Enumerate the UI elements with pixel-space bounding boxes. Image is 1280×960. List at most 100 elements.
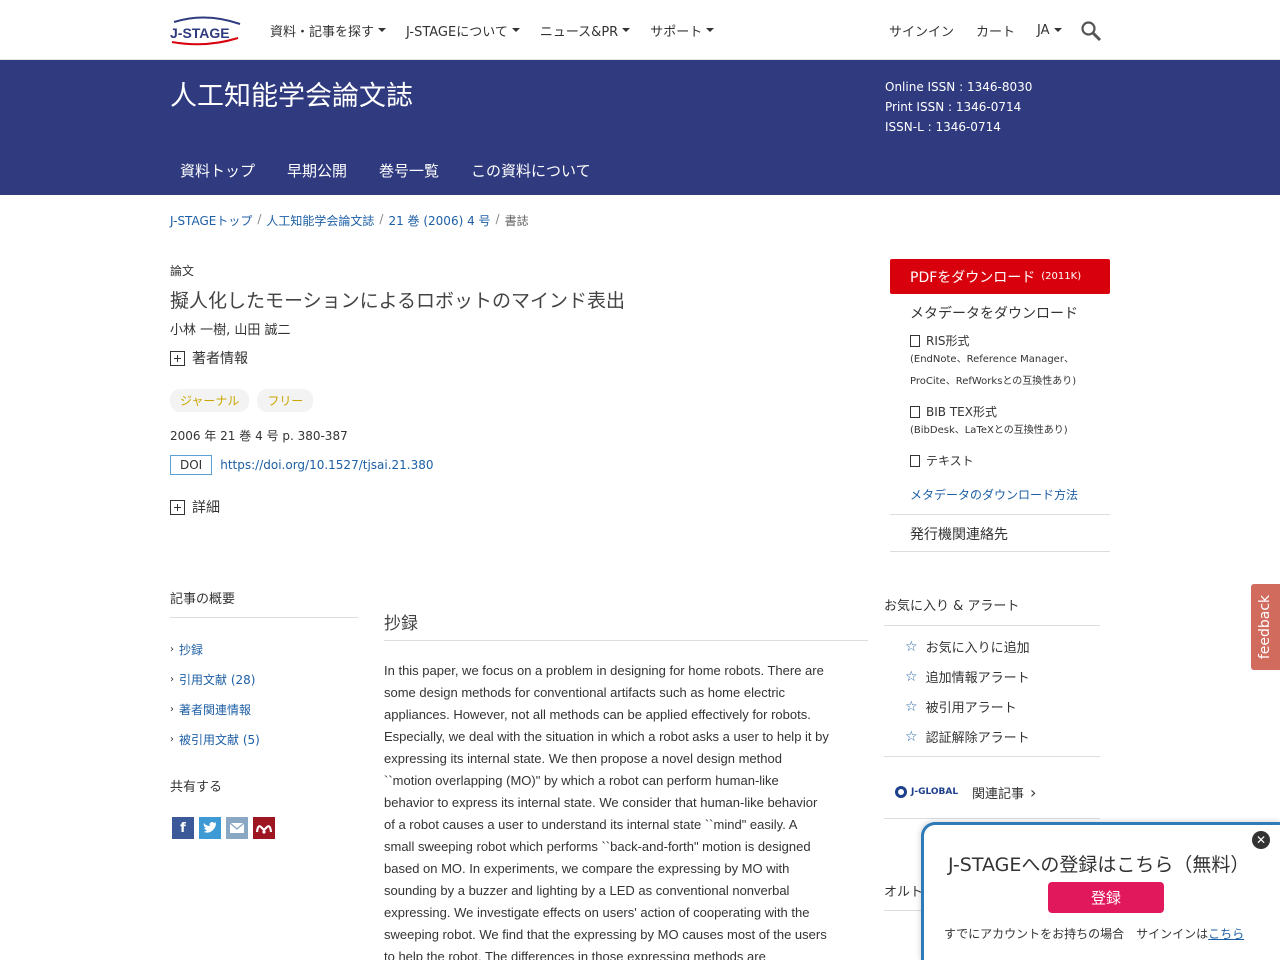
star-icon: ☆	[905, 728, 918, 745]
nav-news[interactable]: ニュース&PR	[539, 21, 631, 40]
alert-label: 被引用アラート	[925, 701, 1017, 716]
nav-label: J-STAGEについて	[406, 24, 508, 40]
language-select[interactable]: JA	[1037, 23, 1062, 38]
journal-banner: 人工知能学会論文誌 Online ISSN : 1346-8030 Print …	[0, 60, 1280, 195]
nav-label: 資料・記事を探す	[270, 24, 375, 40]
abstract-text: In this paper, we focus on a problem in …	[384, 660, 870, 960]
text-label: テキスト	[926, 454, 974, 468]
abstract-line: sounding by a buzzer and lighting by a L…	[384, 883, 790, 898]
details-toggle[interactable]: 詳細	[170, 497, 220, 517]
abstract-line: expressing its internal state. We then p…	[384, 751, 782, 766]
mendeley-icon[interactable]	[253, 817, 275, 839]
sidebar-link-abstract[interactable]: › 抄録	[170, 641, 203, 658]
metadata-howto-link[interactable]: メタデータのダウンロード方法	[910, 486, 1078, 503]
abstract-line: ``motion overlapping (MO)" by which a ro…	[384, 773, 779, 788]
breadcrumb-separator: /	[379, 212, 384, 226]
divider	[884, 756, 1100, 757]
overview-heading: 記事の概要	[170, 592, 236, 607]
bibtex-download-link[interactable]: BIB TEX形式	[910, 403, 997, 420]
update-alert-link[interactable]: ☆ 追加情報アラート	[905, 667, 1030, 687]
text-download-link[interactable]: テキスト	[910, 452, 974, 469]
divider	[884, 625, 1100, 626]
nav-support[interactable]: サポート	[650, 21, 715, 40]
sidebar-link-label: 抄録	[179, 643, 204, 657]
issn-print: Print ISSN : 1346-0714	[885, 100, 1022, 114]
star-icon: ☆	[905, 698, 918, 715]
facebook-icon[interactable]: f	[172, 817, 194, 839]
alert-label: お気に入りに追加	[925, 641, 1030, 656]
breadcrumb-issue[interactable]: 21 巻 (2006) 4 号	[388, 212, 490, 229]
tab-about-journal[interactable]: この資料について	[471, 160, 591, 181]
popup-signin-note: すでにアカウントをお持ちの場合 サインインはこちら	[944, 925, 1244, 942]
alert-label: 認証解除アラート	[925, 731, 1030, 746]
author-info-toggle[interactable]: 著者情報	[170, 348, 248, 368]
register-popup: ✕ J-STAGEへの登録はこちら（無料） 登録 すでにアカウントをお持ちの場合…	[921, 822, 1280, 960]
bibtex-label: BIB TEX形式	[926, 405, 997, 419]
top-navbar: J-STAGE 資料・記事を探す J-STAGEについて ニュース&PR サポー…	[0, 0, 1280, 60]
divider	[890, 551, 1110, 552]
abstract-line: based on MO. In experiments, we compare …	[384, 861, 790, 876]
chevron-right-icon: ›	[170, 644, 174, 655]
pdf-download-label: PDFをダウンロード	[910, 269, 1036, 286]
feedback-tab[interactable]: feedback	[1251, 584, 1280, 670]
article-tags: ジャーナル フリー	[170, 389, 321, 412]
cart-link[interactable]: カート	[976, 21, 1015, 40]
citation-alert-link[interactable]: ☆ 被引用アラート	[905, 697, 1017, 717]
search-icon[interactable]	[1080, 20, 1102, 42]
user-nav: サインイン カート JA	[889, 0, 1084, 60]
divider	[170, 617, 358, 618]
caret-down-icon	[378, 28, 387, 32]
bibtex-compat-note: (BibDesk、LaTeXとの互換性あり)	[910, 425, 1068, 436]
breadcrumb-jstage-top[interactable]: J-STAGEトップ	[170, 212, 252, 229]
ris-download-link[interactable]: RIS形式	[910, 332, 970, 349]
abstract-line: of a robot causes a user to understand i…	[384, 817, 798, 832]
signin-link[interactable]: サインイン	[889, 21, 954, 40]
nav-label: ニュース&PR	[539, 24, 619, 40]
nav-about[interactable]: J-STAGEについて	[406, 21, 520, 40]
tab-issue-list[interactable]: 巻号一覧	[379, 160, 439, 181]
document-icon	[910, 405, 920, 418]
abstract-heading: 抄録	[384, 614, 418, 634]
abstract-line: to help the robot. The differences in th…	[384, 949, 766, 960]
jglobal-logo-text: J-GLOBAL	[911, 787, 959, 797]
chevron-right-icon: ›	[170, 674, 174, 685]
mail-icon[interactable]	[226, 817, 248, 839]
sidebar-link-references[interactable]: › 引用文献 (28)	[170, 671, 255, 688]
close-icon[interactable]: ✕	[1252, 831, 1270, 849]
tab-advance-publication[interactable]: 早期公開	[287, 160, 347, 181]
abstract-line: Especially, we deal with the situation i…	[384, 729, 829, 744]
sidebar-link-label: 被引用文献 (5)	[179, 733, 260, 747]
jglobal-logo: J-GLOBAL	[894, 780, 960, 804]
sidebar-link-label: 著者関連情報	[179, 703, 252, 717]
twitter-icon[interactable]	[199, 817, 221, 839]
tag-journal: ジャーナル	[170, 389, 250, 412]
article-title: 擬人化したモーションによるロボットのマインド表出	[170, 290, 626, 312]
tab-journal-top[interactable]: 資料トップ	[180, 160, 255, 181]
doi-link[interactable]: https://doi.org/10.1527/tjsai.21.380	[220, 458, 433, 472]
authentication-alert-link[interactable]: ☆ 認証解除アラート	[905, 727, 1030, 747]
sidebar-link-cited-by[interactable]: › 被引用文献 (5)	[170, 731, 260, 748]
issn-info: Online ISSN : 1346-8030 Print ISSN : 134…	[885, 77, 1032, 137]
caret-down-icon	[706, 28, 715, 32]
pdf-size: (2011K)	[1041, 271, 1082, 282]
metadata-download-heading: メタデータをダウンロード	[910, 306, 1078, 322]
breadcrumb-separator: /	[257, 212, 262, 226]
abstract-line: sweeping robot. We find that the express…	[384, 927, 827, 942]
register-button[interactable]: 登録	[1048, 882, 1164, 913]
divider	[890, 514, 1110, 515]
tag-free: フリー	[257, 389, 314, 412]
publisher-contact-link[interactable]: 発行機関連絡先	[910, 524, 1008, 544]
issn-online: Online ISSN : 1346-8030	[885, 80, 1033, 94]
abstract-line: some design methods for conventional art…	[384, 685, 786, 700]
breadcrumb-journal[interactable]: 人工知能学会論文誌	[266, 212, 374, 229]
add-favorite-link[interactable]: ☆ お気に入りに追加	[905, 637, 1030, 657]
nav-search-materials[interactable]: 資料・記事を探す	[270, 21, 387, 40]
jglobal-related-link[interactable]: J-GLOBAL 関連記事 ›	[894, 780, 1036, 804]
caret-down-icon	[511, 28, 520, 32]
jstage-logo[interactable]: J-STAGE	[170, 14, 242, 46]
pdf-download-button[interactable]: PDFをダウンロード (2011K)	[890, 259, 1110, 294]
popup-signin-link[interactable]: こちら	[1208, 927, 1244, 941]
caret-down-icon	[1053, 28, 1062, 32]
sidebar-link-author-info[interactable]: › 著者関連情報	[170, 701, 251, 718]
journal-title[interactable]: 人工知能学会論文誌	[170, 74, 413, 113]
